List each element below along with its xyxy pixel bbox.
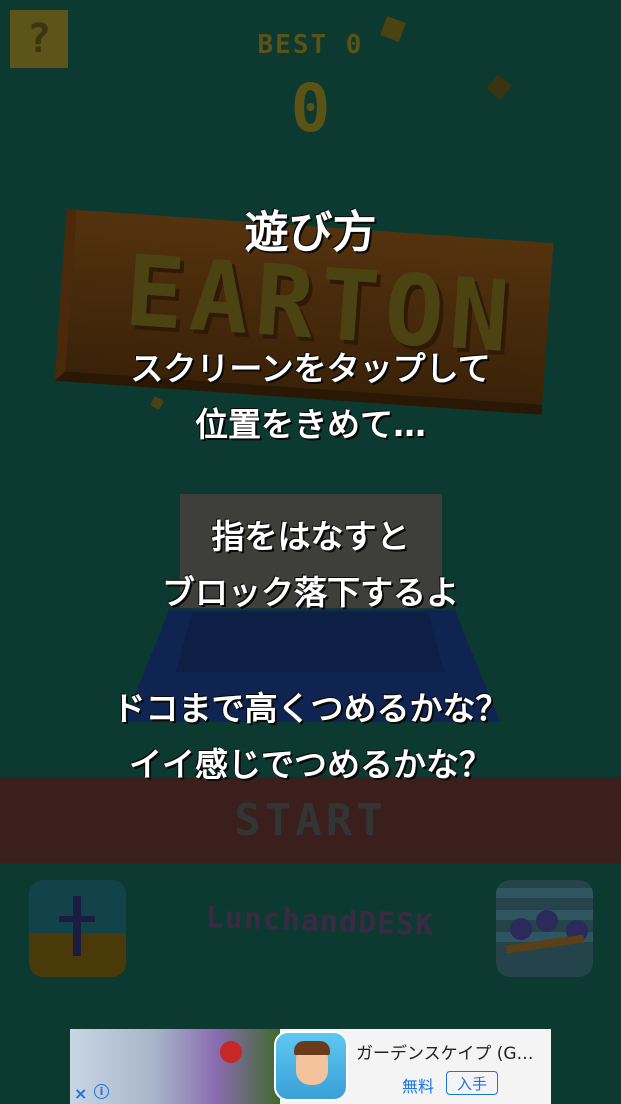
instruction-line: ドコまで高くつめるかな？: [112, 689, 509, 728]
app-icon-stripe: [496, 888, 593, 898]
ad-price: 無料: [402, 1077, 435, 1096]
ad-fruit-icon: [220, 1041, 242, 1063]
promo-app-icon-right[interactable]: [496, 880, 593, 977]
instruction-line: 位置をきめて…: [195, 405, 426, 444]
base-platform-top: [176, 612, 444, 672]
instruction-line: ブロック落下するよ: [162, 573, 459, 612]
current-score: 0: [290, 70, 331, 147]
ad-info-icon[interactable]: i: [94, 1084, 109, 1099]
ad-title[interactable]: ガーデンスケイプ (G…: [356, 1039, 534, 1064]
app-icon-character: [510, 918, 532, 940]
app-icon-character: [536, 910, 558, 932]
ad-app-icon[interactable]: [274, 1031, 348, 1101]
promo-app-icon-left[interactable]: [29, 880, 126, 977]
ad-install-button[interactable]: 入手: [446, 1071, 498, 1095]
best-score-label: BEST 0: [257, 30, 364, 60]
ad-character-hair: [294, 1041, 330, 1055]
how-to-play-title: 遊び方: [244, 207, 377, 258]
developer-logo[interactable]: LunchandDESK: [159, 898, 480, 944]
start-button[interactable]: START: [0, 777, 621, 863]
app-icon-pole: [73, 896, 81, 956]
instruction-line: 指をはなすと: [211, 517, 410, 556]
instruction-line: スクリーンをタップして: [130, 349, 491, 388]
ad-banner[interactable]: ガーデンスケイプ (G… 無料 入手 × i: [70, 1029, 551, 1104]
ad-close-icon[interactable]: ×: [74, 1084, 87, 1103]
app-icon-bar: [59, 916, 95, 922]
instruction-line: イイ感じでつめるかな？: [129, 745, 492, 784]
